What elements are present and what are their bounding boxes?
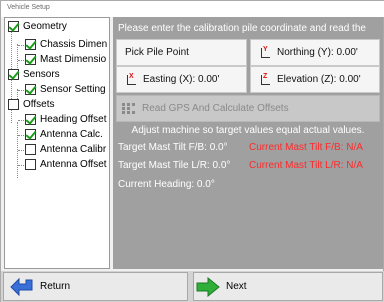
target-tilt-lr: Target Mast Tile L/R: 0.0° [118, 160, 231, 171]
vehicle-setup-window: Vehicle Setup Geometry Chassis Dimen Mas… [0, 0, 384, 302]
checkbox[interactable] [8, 99, 19, 110]
elevation-value: Elevation (Z): 0.00' [277, 74, 361, 85]
next-arrow-icon [196, 276, 220, 297]
tree-item-mast-dimensions[interactable]: Mast Dimensio [25, 52, 106, 67]
read-gps-label: Read GPS And Calculate Offsets [142, 103, 289, 114]
tree-item-label: Heading Offset [40, 114, 107, 125]
navigation-bar: Return Next [1, 271, 384, 302]
easting-value: Easting (X): 0.00' [143, 74, 220, 85]
window-title: Vehicle Setup [7, 4, 50, 11]
tree-item-antenna-offset[interactable]: Antenna Offset [25, 157, 107, 172]
tree-item-label: Chassis Dimen [40, 39, 108, 50]
read-gps-button[interactable]: Read GPS And Calculate Offsets [116, 95, 380, 122]
current-heading: Current Heading: 0.0° [118, 179, 215, 190]
checkbox[interactable] [25, 84, 36, 95]
tree-item-antenna-calc[interactable]: Antenna Calc. [25, 127, 103, 142]
tree-item-label: Sensor Setting [40, 84, 106, 95]
gps-grid-icon [122, 102, 136, 115]
current-tilt-fb: Current Mast Tilt F/B: N/A [249, 142, 363, 153]
calibration-panel: Please enter the calibration pile coordi… [113, 17, 383, 269]
checkbox[interactable] [25, 39, 36, 50]
tree-item-sensors[interactable]: Sensors [8, 67, 60, 82]
tree-item-label: Geometry [23, 21, 67, 32]
checkbox[interactable] [25, 54, 36, 65]
tree-connector [18, 120, 24, 121]
tree-connector [18, 150, 24, 151]
checkbox[interactable] [25, 159, 36, 170]
tree-item-label: Mast Dimensio [40, 54, 107, 65]
elevation-button[interactable]: Z Elevation (Z): 0.00' [250, 66, 380, 93]
return-arrow-icon [10, 277, 33, 296]
checkbox[interactable] [8, 69, 19, 80]
tree-item-label: Antenna Calc. [40, 129, 103, 140]
axis-icon: Y [260, 46, 270, 58]
checkbox[interactable] [25, 114, 36, 125]
northing-value: Northing (Y): 0.00' [277, 47, 358, 58]
tree-item-label: Offsets [23, 99, 55, 110]
tree-connector [18, 90, 24, 91]
axis-icon: Z [260, 73, 270, 85]
checkbox[interactable] [25, 144, 36, 155]
title-bar: Vehicle Setup [1, 1, 384, 17]
tree-item-geometry[interactable]: Geometry [8, 19, 67, 34]
tree-connector [18, 165, 24, 166]
tree-item-chassis-dimensions[interactable]: Chassis Dimen [25, 37, 107, 52]
tree-item-label: Antenna Offset [40, 159, 107, 170]
axis-icon: X [126, 73, 136, 85]
return-label: Return [40, 281, 71, 292]
pick-pile-point-button[interactable]: Pick Pile Point [116, 39, 247, 66]
easting-button[interactable]: X Easting (X): 0.00' [116, 66, 247, 93]
button-label: Pick Pile Point [125, 47, 189, 58]
tree-connector [18, 60, 24, 61]
tree-item-label: Antenna Calibr [40, 144, 107, 155]
current-tilt-lr: Current Mast Tilt L/R: N/A [249, 160, 363, 171]
adjust-instruction: Adjust machine so target values equal ac… [131, 125, 365, 136]
tree-connector [18, 135, 24, 136]
tree-item-offsets[interactable]: Offsets [8, 97, 55, 112]
next-button[interactable]: Next [193, 272, 383, 301]
setup-tree[interactable]: Geometry Chassis Dimen Mast Dimensio Sen… [4, 17, 110, 269]
tree-item-label: Sensors [23, 69, 60, 80]
target-tilt-fb: Target Mast Tilt F/B: 0.0° [118, 142, 228, 153]
return-button[interactable]: Return [3, 272, 188, 301]
tree-item-sensor-settings[interactable]: Sensor Setting [25, 82, 106, 97]
checkbox[interactable] [8, 21, 19, 32]
next-label: Next [226, 281, 247, 292]
instruction-text: Please enter the calibration pile coordi… [118, 23, 366, 34]
checkbox[interactable] [25, 129, 36, 140]
northing-button[interactable]: Y Northing (Y): 0.00' [250, 39, 380, 66]
tree-connector [18, 45, 24, 46]
tree-item-heading-offset[interactable]: Heading Offset [25, 112, 107, 127]
tree-item-antenna-calibration[interactable]: Antenna Calibr [25, 142, 106, 157]
